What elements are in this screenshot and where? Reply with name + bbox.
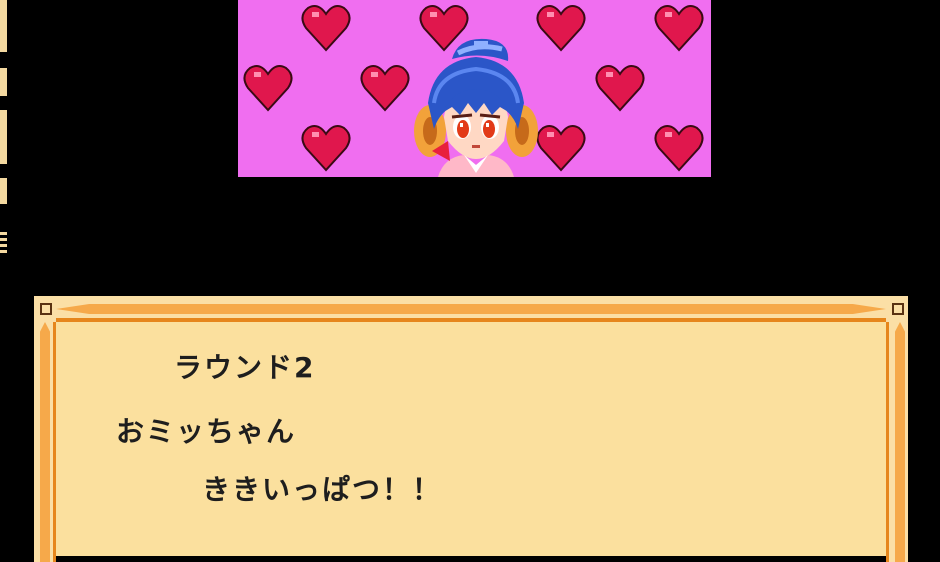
character-name: おミッちゃん bbox=[116, 415, 297, 448]
heart-icon bbox=[535, 2, 587, 54]
dialog-corner-top-left bbox=[34, 296, 56, 322]
heart-icon bbox=[242, 62, 294, 114]
heart-icon bbox=[653, 2, 705, 54]
left-edge-fragment bbox=[0, 178, 7, 204]
dialog-frame-left bbox=[34, 322, 56, 562]
character-portrait-panel bbox=[238, 0, 711, 177]
heart-icon bbox=[359, 62, 411, 114]
left-edge-fragment bbox=[0, 0, 7, 52]
heart-icon bbox=[594, 62, 646, 114]
dialog-frame-right bbox=[886, 322, 908, 562]
dialog-exclamation: ききいっぱつ！！ bbox=[202, 473, 443, 506]
heart-icon bbox=[300, 2, 352, 54]
heart-icon bbox=[653, 122, 705, 174]
heart-icon bbox=[300, 122, 352, 174]
left-edge-dots bbox=[0, 232, 7, 254]
left-edge-fragment bbox=[0, 68, 7, 96]
heart-icon bbox=[535, 122, 587, 174]
dialog-corner-top-right bbox=[886, 296, 908, 322]
omi-chan-portrait bbox=[414, 33, 538, 177]
round-label: ラウンド2 bbox=[174, 351, 316, 384]
left-edge-fragment bbox=[0, 110, 7, 164]
dialog-frame-top bbox=[34, 296, 908, 322]
